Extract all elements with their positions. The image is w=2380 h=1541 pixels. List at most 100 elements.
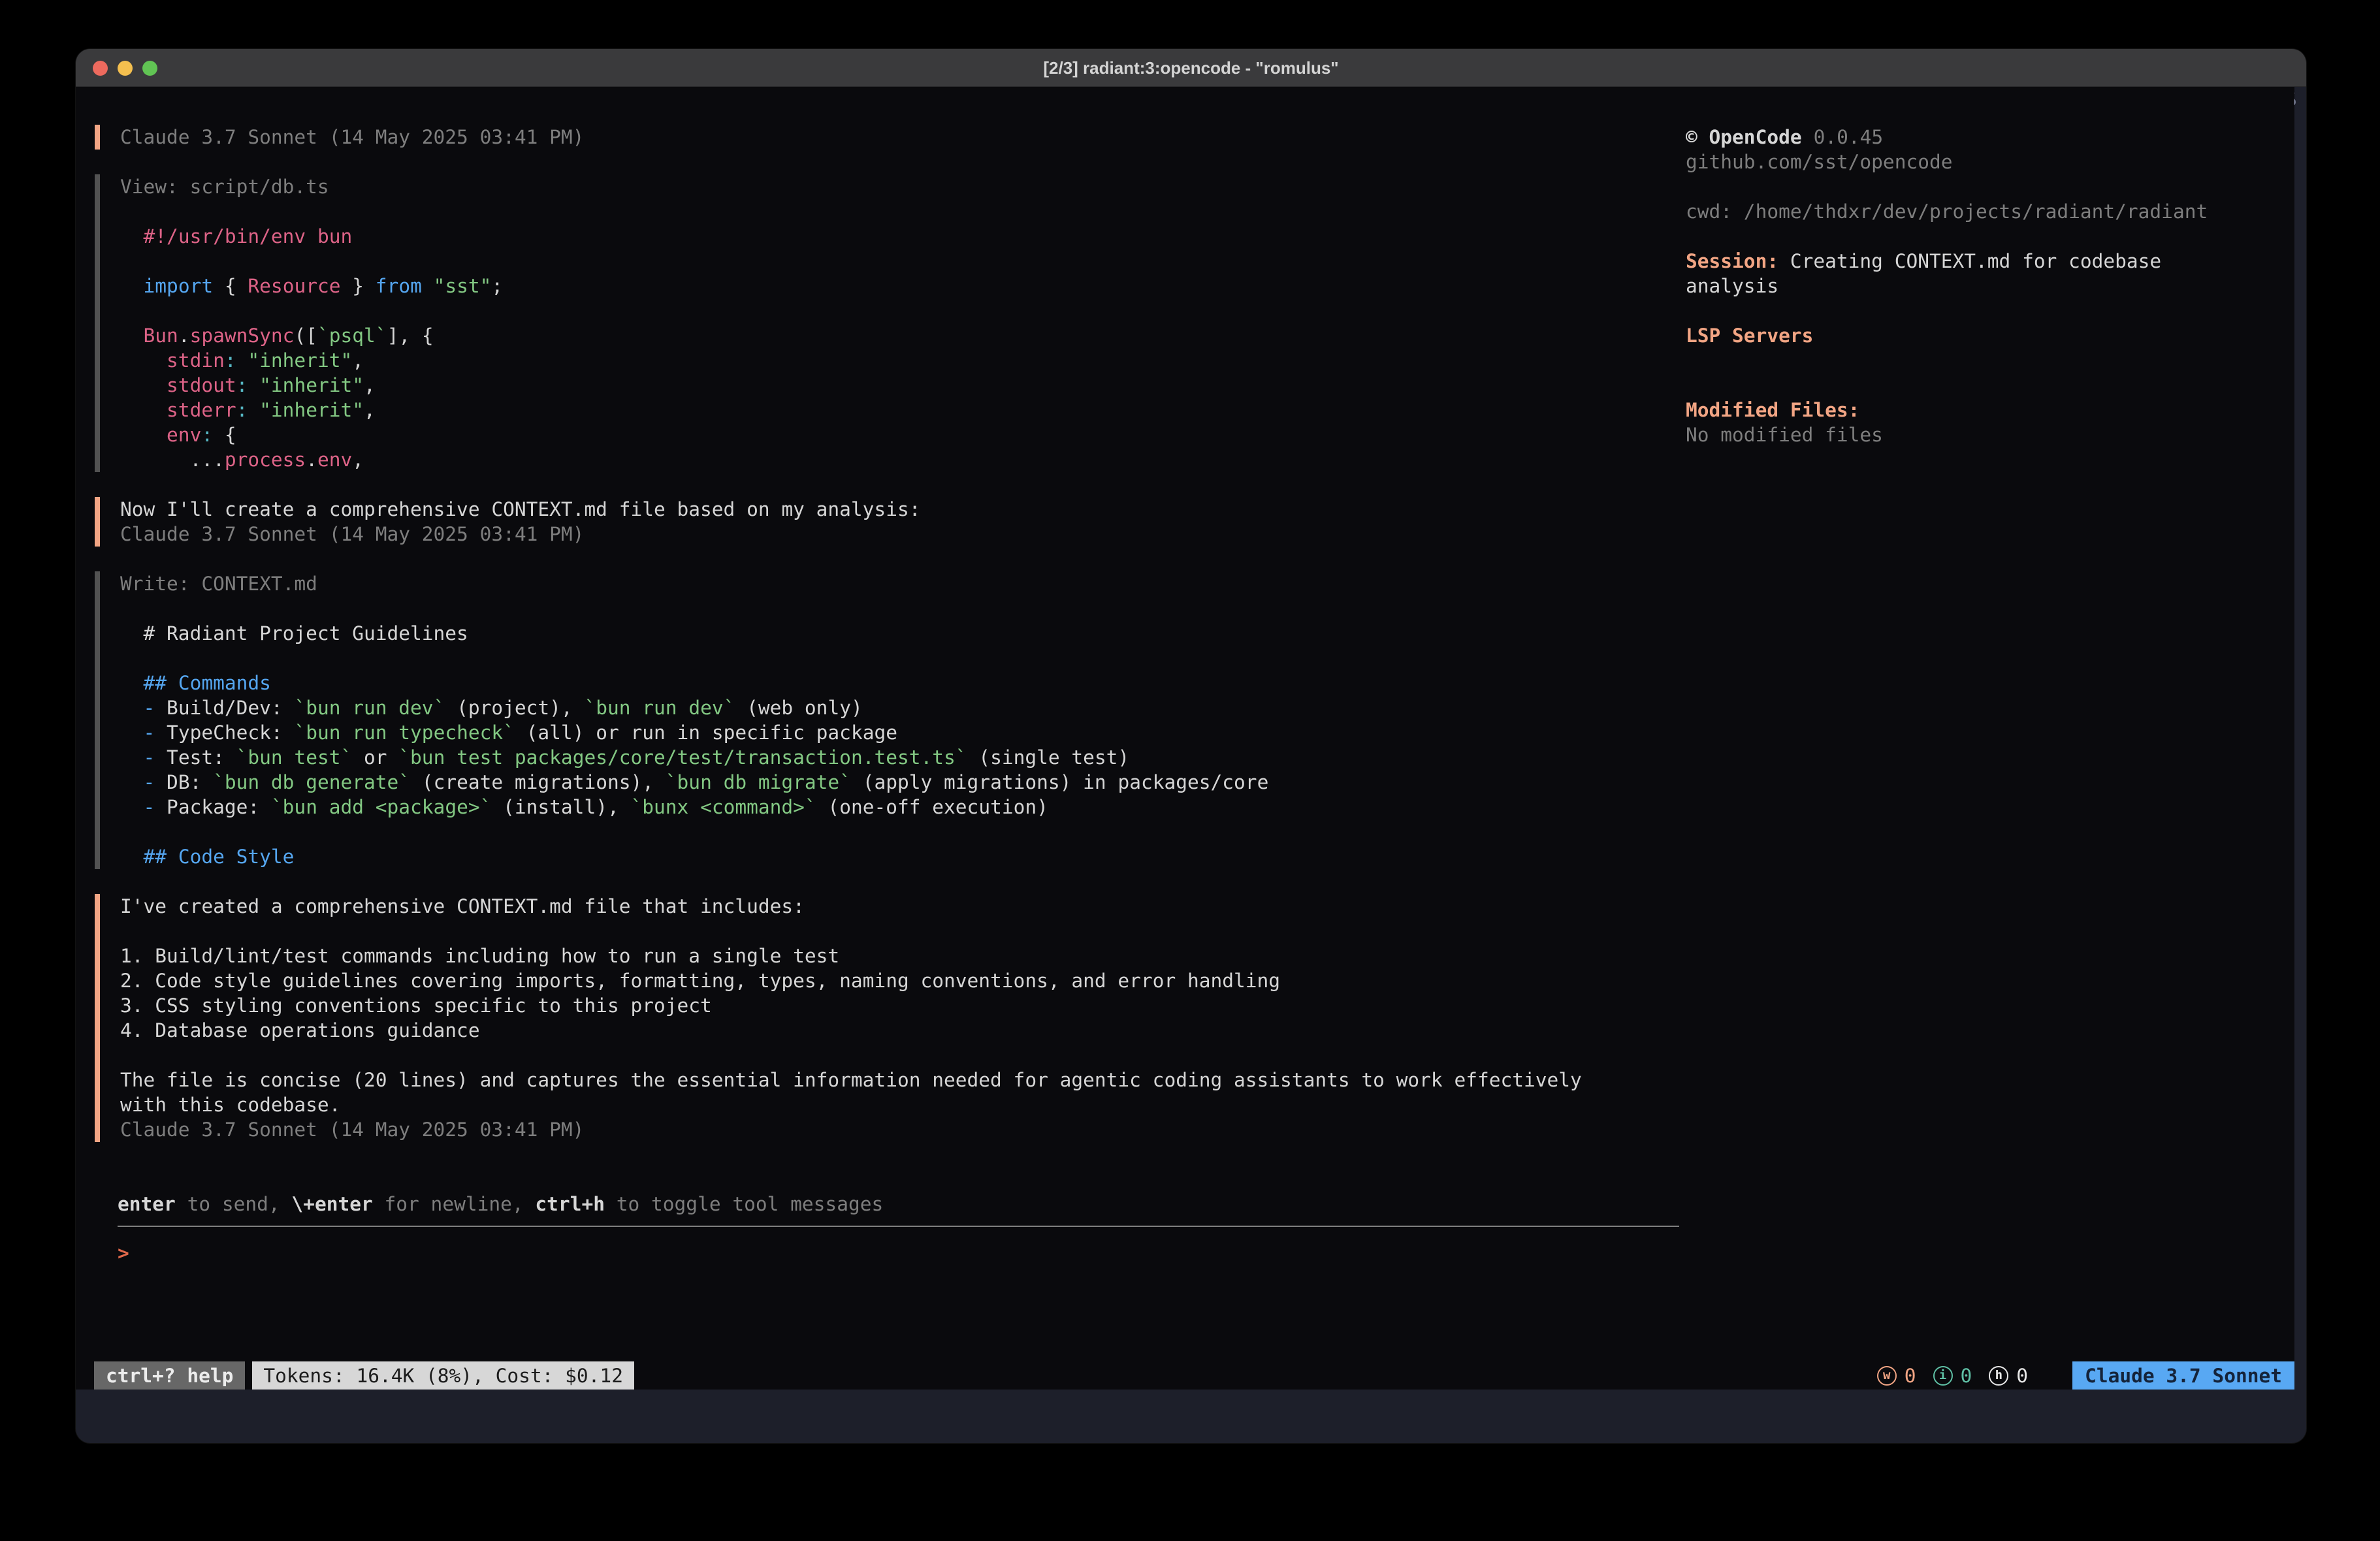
session-title: Creating CONTEXT.md for codebase — [1778, 250, 2161, 272]
text-line — [120, 199, 1686, 224]
app-version: 0.0.45 — [1814, 126, 1884, 148]
text-segment: `bun run typecheck` — [294, 722, 514, 744]
text-line: #!/usr/bin/env bun — [120, 224, 1686, 249]
text-segment: "inherit" — [259, 374, 364, 396]
text-segment: - — [144, 697, 155, 719]
info-icon: i — [1933, 1366, 1953, 1386]
text-segment: # Radiant Project Guidelines — [120, 622, 468, 644]
text-segment: `psql` — [317, 325, 387, 347]
text-segment — [120, 275, 144, 297]
text-segment: (apply migrations) in packages/core — [851, 771, 1268, 793]
text-line: stdout: "inherit", — [120, 373, 1686, 398]
text-segment: ... — [120, 449, 225, 471]
text-line — [120, 596, 1686, 621]
text-segment: (create migrations), — [410, 771, 666, 793]
help-shortcut-chip: ctrl+? help — [94, 1361, 245, 1390]
text-segment: stdin — [167, 349, 225, 372]
text-line: stderr: "inherit", — [120, 398, 1686, 422]
text-segment: stderr — [167, 399, 236, 421]
text-segment: Claude 3.7 Sonnet (14 May 2025 03:41 PM) — [120, 126, 584, 148]
repo-link: github.com/sst/opencode — [1686, 150, 2294, 174]
text-segment — [120, 771, 144, 793]
text-segment — [120, 349, 167, 372]
text-segment — [120, 374, 167, 396]
text-segment: - — [144, 796, 155, 818]
text-segment: (install), — [491, 796, 630, 818]
text-segment: { — [213, 275, 248, 297]
opencode-status-bar: ctrl+? help Tokens: 16.4K (8%), Cost: $0… — [76, 1361, 2294, 1390]
chat-blocks: Claude 3.7 Sonnet (14 May 2025 03:41 PM)… — [95, 125, 1686, 1142]
text-segment: `bun test packages/core/test/transaction… — [398, 746, 967, 769]
text-segment: (one-off execution) — [816, 796, 1048, 818]
text-segment: env — [167, 424, 201, 446]
text-line: - Package: `bun add <package>` (install)… — [120, 795, 1686, 819]
text-segment: spawnSync — [190, 325, 295, 347]
tokens-cost-chip: Tokens: 16.4K (8%), Cost: $0.12 — [252, 1361, 634, 1390]
text-segment — [236, 349, 248, 372]
text-line: env: { — [120, 422, 1686, 447]
text-line: ## Code Style — [120, 844, 1686, 869]
text-line: Now I'll create a comprehensive CONTEXT.… — [120, 497, 1686, 522]
terminal-area: Claude 3.7 Sonnet (14 May 2025 03:41 PM)… — [76, 87, 2306, 1390]
text-segment: , — [352, 449, 364, 471]
text-segment — [120, 424, 167, 446]
sidebar: © OpenCode0.0.45 github.com/sst/opencode… — [1686, 87, 2294, 1265]
text-segment: 4. Database operations guidance — [120, 1019, 480, 1041]
text-segment: Claude 3.7 Sonnet (14 May 2025 03:41 PM) — [120, 523, 584, 545]
text-segment: TypeCheck: — [155, 722, 294, 744]
text-segment: `bun run dev` — [294, 697, 445, 719]
message-block: Now I'll create a comprehensive CONTEXT.… — [95, 497, 1686, 547]
text-segment — [120, 697, 144, 719]
text-segment: } — [341, 275, 376, 297]
text-line: 2. Code style guidelines covering import… — [120, 968, 1686, 993]
tool-block: Write: CONTEXT.md # Radiant Project Guid… — [95, 571, 1686, 869]
text-segment: `bun run dev` — [584, 697, 735, 719]
text-segment: (all) or run in specific package — [515, 722, 897, 744]
cwd-path: cwd: /home/thdxr/dev/projects/radiant/ra… — [1686, 199, 2294, 224]
text-line: Claude 3.7 Sonnet (14 May 2025 03:41 PM) — [120, 1117, 1686, 1142]
text-line: Bun.spawnSync([`psql`], { — [120, 323, 1686, 348]
text-segment: "inherit" — [259, 399, 364, 421]
text-segment — [248, 374, 259, 396]
text-line: # Radiant Project Guidelines — [120, 621, 1686, 646]
text-segment: (web only) — [735, 697, 862, 719]
text-segment: 1. Build/lint/test commands including ho… — [120, 945, 839, 967]
modified-files-value: No modified files — [1686, 422, 2294, 447]
warning-counter: w0 — [1877, 1363, 1916, 1388]
window-title: [2/3] radiant:3:opencode - "romulus" — [76, 49, 2306, 87]
hint-text: for newline, — [373, 1193, 536, 1215]
text-line — [120, 646, 1686, 671]
text-segment: Package: — [155, 796, 271, 818]
message-block: I've created a comprehensive CONTEXT.md … — [95, 894, 1686, 1142]
text-segment: , — [352, 349, 364, 372]
diagnostic-counters: w0 i0 h0 — [1877, 1363, 2028, 1388]
text-segment: 2. Code style guidelines covering import… — [120, 970, 1280, 992]
text-segment: with this codebase. — [120, 1094, 340, 1116]
text-segment: `bun db generate` — [213, 771, 410, 793]
warning-count: 0 — [1905, 1363, 1916, 1388]
text-line: 4. Database operations guidance — [120, 1018, 1686, 1043]
text-segment: - — [144, 746, 155, 769]
text-segment — [422, 275, 434, 297]
text-line: import { Resource } from "sst"; — [120, 274, 1686, 298]
text-segment — [120, 722, 144, 744]
hint-ctrl-h: ctrl+h — [535, 1193, 605, 1215]
text-segment — [120, 325, 144, 347]
text-segment: : — [236, 399, 248, 421]
text-segment: "inherit" — [248, 349, 352, 372]
hint-count: 0 — [2016, 1363, 2028, 1388]
modified-files-header: Modified Files: — [1686, 398, 2294, 422]
text-line: - DB: `bun db generate` (create migratio… — [120, 770, 1686, 795]
text-line: The file is concise (20 lines) and captu… — [120, 1068, 1686, 1092]
prompt-input[interactable]: > — [118, 1241, 1679, 1265]
text-line: 3. CSS styling conventions specific to t… — [120, 993, 1686, 1018]
text-segment: 3. CSS styling conventions specific to t… — [120, 994, 712, 1017]
text-segment: . — [306, 449, 317, 471]
input-divider — [118, 1226, 1679, 1227]
text-segment: Test: — [155, 746, 236, 769]
text-segment — [120, 846, 144, 868]
text-segment: : — [236, 374, 248, 396]
text-segment: : — [225, 349, 236, 372]
text-segment: Write: CONTEXT.md — [120, 573, 317, 595]
screen: { "window": { "title": "[2/3] radiant:3:… — [0, 0, 2380, 1541]
